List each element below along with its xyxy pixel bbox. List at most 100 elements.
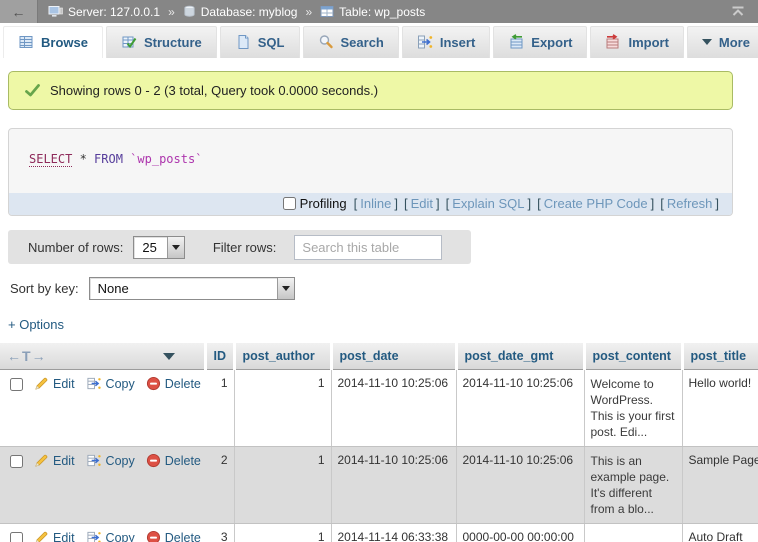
table-icon	[320, 5, 334, 18]
cell-post-date: 2014-11-10 10:25:06	[331, 447, 456, 524]
sql-query-box: SELECT * FROM `wp_posts` Profiling [ Inl…	[8, 128, 733, 216]
breadcrumb-separator: »	[168, 5, 175, 19]
profiling-label[interactable]: Profiling	[300, 196, 347, 211]
create-php-code-link[interactable]: Create PHP Code	[544, 196, 648, 211]
delete-icon	[146, 376, 161, 391]
tab-insert-label: Insert	[440, 35, 475, 50]
delete-icon	[146, 453, 161, 468]
tab-insert[interactable]: Insert	[402, 26, 490, 58]
profiling-checkbox[interactable]	[283, 197, 296, 210]
select-dropdown-button[interactable]	[277, 278, 294, 299]
tab-more-label: More	[719, 35, 750, 50]
tab-import[interactable]: Import	[590, 26, 683, 58]
column-header-id[interactable]: ID	[205, 343, 234, 370]
copy-icon	[86, 376, 102, 391]
sql-table-identifier: `wp_posts`	[123, 152, 202, 166]
explain-sql-link[interactable]: Explain SQL	[452, 196, 524, 211]
breadcrumb-separator: »	[305, 5, 312, 19]
row-display-direction-icon[interactable]: ←T→	[7, 348, 47, 364]
search-icon	[318, 34, 334, 50]
sql-icon	[235, 34, 251, 50]
sort-column-icon[interactable]	[163, 353, 175, 360]
delete-icon	[146, 530, 161, 542]
success-message: Showing rows 0 - 2 (3 total, Query took …	[8, 71, 733, 110]
number-of-rows-value: 25	[134, 237, 166, 258]
cell-post-author: 1	[234, 370, 331, 447]
sql-keyword-select[interactable]: SELECT	[29, 152, 72, 167]
breadcrumb-database[interactable]: Database: myblog	[183, 5, 298, 19]
copy-icon	[86, 453, 102, 468]
breadcrumb-database-label: Database: myblog	[201, 5, 298, 19]
column-header-post-title[interactable]: post_title	[682, 343, 758, 370]
delete-row-button[interactable]: Delete	[146, 530, 201, 542]
tab-import-label: Import	[628, 35, 668, 50]
column-header-post-content[interactable]: post_content	[584, 343, 682, 370]
browse-icon	[18, 34, 34, 50]
cell-post-content: Welcome to WordPress. This is your first…	[584, 370, 682, 447]
inline-link[interactable]: Inline	[360, 196, 391, 211]
tab-structure[interactable]: Structure	[106, 26, 217, 58]
chevron-down-icon	[702, 39, 712, 45]
chevron-down-icon	[172, 245, 180, 250]
row-checkbox[interactable]	[10, 378, 23, 391]
cell-post-author: 1	[234, 524, 331, 542]
bracket: [	[537, 196, 541, 211]
filter-rows-input[interactable]	[294, 235, 442, 260]
cell-post-date-gmt: 2014-11-10 10:25:06	[456, 447, 584, 524]
options-toggle-link[interactable]: + Options	[8, 317, 64, 332]
sql-keyword-from: FROM	[94, 152, 123, 166]
actions-header: ←T→	[0, 343, 205, 370]
column-header-post-author[interactable]: post_author	[234, 343, 331, 370]
row-checkbox[interactable]	[10, 455, 23, 468]
insert-icon	[417, 34, 433, 50]
pencil-icon	[34, 530, 49, 542]
tab-browse[interactable]: Browse	[3, 26, 103, 58]
server-icon	[48, 5, 63, 18]
tab-search[interactable]: Search	[303, 26, 399, 58]
delete-row-button[interactable]: Delete	[146, 453, 201, 468]
cell-post-date: 2014-11-10 10:25:06	[331, 370, 456, 447]
tab-more[interactable]: More	[687, 26, 758, 58]
delete-row-button[interactable]: Delete	[146, 376, 201, 391]
edit-row-button[interactable]: Edit	[34, 376, 75, 391]
sort-by-key-select[interactable]: None	[89, 277, 295, 300]
copy-row-button[interactable]: Copy	[86, 376, 135, 391]
import-icon	[605, 34, 621, 50]
copy-link-label: Copy	[106, 531, 135, 542]
copy-row-button[interactable]: Copy	[86, 453, 135, 468]
tab-bar: Browse Structure SQL Search Insert Expor…	[0, 23, 758, 58]
delete-link-label: Delete	[165, 531, 201, 542]
column-header-post-date[interactable]: post_date	[331, 343, 456, 370]
structure-icon	[121, 34, 137, 50]
edit-query-link[interactable]: Edit	[411, 196, 433, 211]
filter-rows-label: Filter rows:	[213, 240, 277, 255]
table-header-row: ←T→ ID post_author post_date post_date_g…	[0, 343, 758, 370]
collapse-panel-button[interactable]	[730, 6, 746, 17]
bracket: ]	[436, 196, 440, 211]
success-check-icon	[24, 83, 41, 98]
edit-link-label: Edit	[53, 454, 75, 468]
cell-post-title: Auto Draft	[682, 524, 758, 542]
edit-row-button[interactable]: Edit	[34, 453, 75, 468]
copy-row-button[interactable]: Copy	[86, 530, 135, 542]
tab-sql[interactable]: SQL	[220, 26, 300, 58]
export-icon	[508, 34, 524, 50]
copy-icon	[86, 530, 102, 542]
column-header-post-date-gmt[interactable]: post_date_gmt	[456, 343, 584, 370]
tab-export[interactable]: Export	[493, 26, 587, 58]
number-of-rows-select[interactable]: 25	[133, 236, 184, 259]
cell-post-date: 2014-11-14 06:33:38	[331, 524, 456, 542]
select-dropdown-button[interactable]	[167, 237, 184, 258]
edit-row-button[interactable]: Edit	[34, 530, 75, 542]
bracket: [	[446, 196, 450, 211]
sort-by-key-value: None	[90, 278, 139, 299]
cell-post-title: Sample Page	[682, 447, 758, 524]
tab-search-label: Search	[341, 35, 384, 50]
back-button[interactable]: ←	[0, 0, 38, 23]
tab-export-label: Export	[531, 35, 572, 50]
pencil-icon	[34, 376, 49, 391]
breadcrumb-server[interactable]: Server: 127.0.0.1	[48, 5, 160, 19]
row-checkbox[interactable]	[10, 532, 23, 542]
breadcrumb-table[interactable]: Table: wp_posts	[320, 5, 425, 19]
refresh-link[interactable]: Refresh	[667, 196, 713, 211]
